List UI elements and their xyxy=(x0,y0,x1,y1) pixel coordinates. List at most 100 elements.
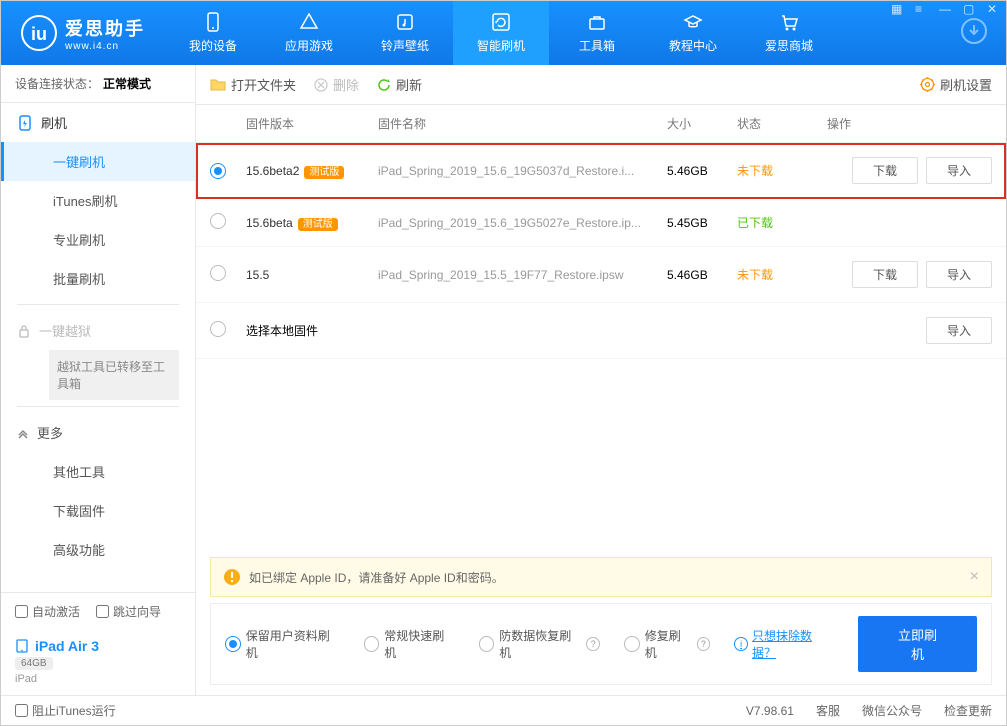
device-name-text: iPad Air 3 xyxy=(35,638,99,654)
tab-tutorials[interactable]: 教程中心 xyxy=(645,1,741,65)
brand-url: www.i4.cn xyxy=(65,41,145,52)
import-button[interactable]: 导入 xyxy=(926,157,992,184)
section-label: 一键越狱 xyxy=(39,321,91,340)
radio-icon xyxy=(624,636,640,652)
beta-tag: 测试版 xyxy=(304,166,344,179)
flash-options: 保留用户资料刷机 常规快速刷机 防数据恢复刷机? 修复刷机? i只想抹除数据？ … xyxy=(210,603,992,685)
maximize-icon[interactable]: ▢ xyxy=(963,2,977,16)
btn-label: 刷新 xyxy=(396,75,422,94)
version-text: V7.98.61 xyxy=(746,704,794,718)
main-content: 打开文件夹 删除 刷新 刷机设置 固件版本 固件名称 大小 状态 操作 15.6… xyxy=(196,65,1006,695)
download-indicator[interactable] xyxy=(960,17,988,50)
table-row[interactable]: 15.6beta2测试版iPad_Spring_2019_15.6_19G503… xyxy=(196,143,1006,199)
warning-icon xyxy=(223,568,241,586)
titlebar: ▦ ≡ — ▢ ✕ iu 爱思助手 www.i4.cn 我的设备 应用游戏 铃声… xyxy=(1,1,1006,65)
fw-version: 15.6beta xyxy=(246,216,293,230)
tab-label: 智能刷机 xyxy=(477,37,525,54)
tab-label: 应用游戏 xyxy=(285,37,333,54)
statusbar: 阻止iTunes运行 V7.98.61 客服 微信公众号 检查更新 xyxy=(1,695,1006,725)
flash-settings-button[interactable]: 刷机设置 xyxy=(920,75,992,94)
storage-badge: 64GB xyxy=(15,657,53,670)
opt-normal[interactable]: 常规快速刷机 xyxy=(364,627,455,661)
opt-repair[interactable]: 修复刷机? xyxy=(624,627,710,661)
row-radio[interactable] xyxy=(210,213,226,229)
status-value: 正常模式 xyxy=(103,75,151,92)
tab-smart-flash[interactable]: 智能刷机 xyxy=(453,1,549,65)
fw-size: 5.46GB xyxy=(667,164,737,178)
sidebar: 设备连接状态： 正常模式 刷机 一键刷机 iTunes刷机 专业刷机 批量刷机 … xyxy=(1,65,196,695)
notice-close-button[interactable]: × xyxy=(970,568,979,586)
sidebar-item-download-fw[interactable]: 下载固件 xyxy=(1,491,195,530)
tab-apps-games[interactable]: 应用游戏 xyxy=(261,1,357,65)
wechat-link[interactable]: 微信公众号 xyxy=(862,702,922,719)
refresh-icon xyxy=(377,78,391,92)
section-label: 刷机 xyxy=(41,113,67,132)
fw-name: iPad_Spring_2019_15.5_19F77_Restore.ipsw xyxy=(378,268,667,282)
minimize-icon[interactable]: — xyxy=(939,2,953,16)
help-icon[interactable]: ? xyxy=(586,637,600,651)
nav-tabs: 我的设备 应用游戏 铃声壁纸 智能刷机 工具箱 教程中心 爱思商城 xyxy=(165,1,942,65)
apps-icon xyxy=(299,12,319,32)
toolbox-icon xyxy=(587,12,607,32)
flash-now-button[interactable]: 立即刷机 xyxy=(858,616,977,672)
refresh-button[interactable]: 刷新 xyxy=(377,75,422,94)
hdr-size: 大小 xyxy=(667,115,737,132)
row-radio[interactable] xyxy=(210,265,226,281)
sidebar-more-header[interactable]: 更多 xyxy=(1,413,195,452)
close-icon[interactable]: ✕ xyxy=(987,2,1001,16)
window-controls: ▦ ≡ — ▢ ✕ xyxy=(891,2,1001,16)
help-icon[interactable]: ? xyxy=(697,637,711,651)
notice-bar: 如已绑定 Apple ID，请准备好 Apple ID和密码。 × xyxy=(210,557,992,597)
info-icon: i xyxy=(734,637,748,651)
opt-anti-recovery[interactable]: 防数据恢复刷机? xyxy=(479,627,600,661)
menu-icon[interactable]: ≡ xyxy=(915,2,929,16)
btn-label: 刷机设置 xyxy=(940,75,992,94)
tab-ringtones[interactable]: 铃声壁纸 xyxy=(357,1,453,65)
table-row-local[interactable]: 选择本地固件导入 xyxy=(196,303,1006,359)
check-block-itunes[interactable]: 阻止iTunes运行 xyxy=(15,702,116,719)
table-header: 固件版本 固件名称 大小 状态 操作 xyxy=(196,105,1006,143)
erase-link[interactable]: i只想抹除数据？ xyxy=(734,627,834,661)
opt-keep-data[interactable]: 保留用户资料刷机 xyxy=(225,627,340,661)
open-folder-button[interactable]: 打开文件夹 xyxy=(210,75,296,94)
check-auto-activate[interactable]: 自动激活 xyxy=(15,603,80,620)
tab-my-device[interactable]: 我的设备 xyxy=(165,1,261,65)
row-radio[interactable] xyxy=(210,163,226,179)
check-skip-guide[interactable]: 跳过向导 xyxy=(96,603,161,620)
download-button[interactable]: 下载 xyxy=(852,261,918,288)
grad-cap-icon xyxy=(683,12,703,32)
table-row[interactable]: 15.6beta测试版iPad_Spring_2019_15.6_19G5027… xyxy=(196,199,1006,247)
sidebar-item-pro[interactable]: 专业刷机 xyxy=(1,220,195,259)
folder-icon xyxy=(210,77,226,93)
import-button[interactable]: 导入 xyxy=(926,261,992,288)
fw-status: 已下载 xyxy=(737,214,827,231)
status-label: 设备连接状态： xyxy=(15,75,99,92)
support-link[interactable]: 客服 xyxy=(816,702,840,719)
download-button[interactable]: 下载 xyxy=(852,157,918,184)
music-icon xyxy=(395,12,415,32)
fw-status: 未下载 xyxy=(737,162,827,179)
sidebar-item-oneclick[interactable]: 一键刷机 xyxy=(1,142,195,181)
import-button[interactable]: 导入 xyxy=(926,317,992,344)
tab-store[interactable]: 爱思商城 xyxy=(741,1,837,65)
sidebar-item-batch[interactable]: 批量刷机 xyxy=(1,259,195,298)
device-name[interactable]: iPad Air 3 xyxy=(15,638,181,654)
svg-text:iu: iu xyxy=(31,24,47,44)
row-radio[interactable] xyxy=(210,321,226,337)
refresh-icon xyxy=(491,12,511,32)
grid-icon[interactable]: ▦ xyxy=(891,2,905,16)
toolbar: 打开文件夹 删除 刷新 刷机设置 xyxy=(196,65,1006,105)
fw-version: 15.6beta2 xyxy=(246,164,299,178)
sidebar-item-itunes[interactable]: iTunes刷机 xyxy=(1,181,195,220)
tab-label: 教程中心 xyxy=(669,37,717,54)
tab-label: 铃声壁纸 xyxy=(381,37,429,54)
sidebar-item-advanced[interactable]: 高级功能 xyxy=(1,530,195,569)
device-status: 设备连接状态： 正常模式 xyxy=(1,65,195,103)
check-label: 阻止iTunes运行 xyxy=(32,702,116,719)
table-row[interactable]: 15.5iPad_Spring_2019_15.5_19F77_Restore.… xyxy=(196,247,1006,303)
tab-toolbox[interactable]: 工具箱 xyxy=(549,1,645,65)
sidebar-flash-header[interactable]: 刷机 xyxy=(1,103,195,142)
check-update-link[interactable]: 检查更新 xyxy=(944,702,992,719)
sidebar-item-other-tools[interactable]: 其他工具 xyxy=(1,452,195,491)
opt-label: 保留用户资料刷机 xyxy=(246,627,340,661)
